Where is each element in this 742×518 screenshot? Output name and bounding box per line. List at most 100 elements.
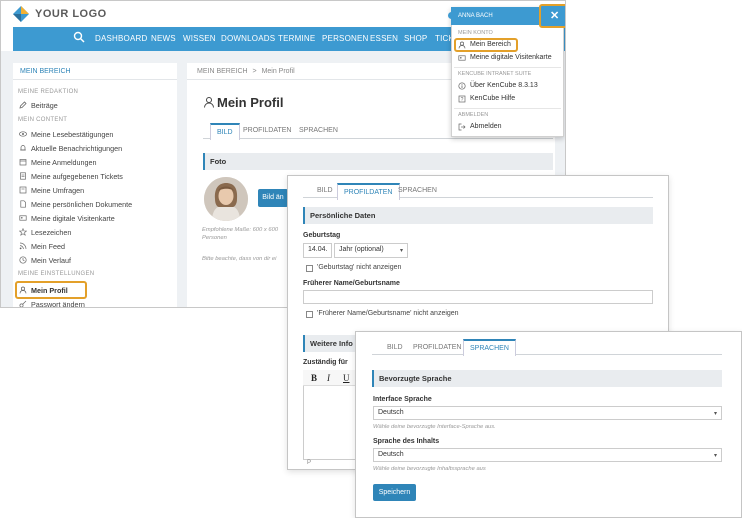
size-hint: Empfohlene Maße: 600 x 600 [202,227,279,233]
menu-item-abmelden[interactable]: Abmelden [470,123,502,130]
editor-footer: P [307,460,312,466]
breadcrumb-root[interactable]: MEIN BEREICH [197,68,248,75]
sidebar-heading: MEIN BEREICH [20,68,71,75]
sidebar-item-benachrichtigungen[interactable]: Aktuelle Benachrichtigungen [31,144,122,153]
content-language-select[interactable]: Deutsch ▾ [373,448,722,462]
sidebar-category-settings: MEINE EINSTELLUNGEN [18,271,95,277]
sidebar-category-content: MEIN CONTENT [18,117,68,123]
tab-sprachen[interactable]: SPRACHEN [392,183,443,198]
menu-category-suite: KENCUBE INTRANET SUITE [458,71,532,77]
chevron-down-icon: ▾ [713,411,717,417]
survey-icon [19,186,27,194]
privacy-note: Bitte beachte, dass von dir ei [202,256,277,262]
size-hint-2: Personen [202,235,227,241]
nav-wissen[interactable]: WISSEN [183,34,216,43]
logo-icon [13,6,29,22]
menu-item-hilfe[interactable]: KenCube Hilfe [470,95,515,102]
user-name: ANNA BACH [458,13,493,19]
nav-news[interactable]: NEWS [151,34,176,43]
highlight-frame-mein-bereich [454,38,518,52]
italic-icon[interactable]: I [327,373,330,383]
interface-language-label: Interface Sprache [373,396,432,403]
document-icon [20,200,26,208]
logo-text: YOUR LOGO [35,8,107,20]
tab-profildaten[interactable]: PROFILDATEN [407,340,468,355]
tab-sprachen[interactable]: SPRACHEN [463,339,516,356]
hide-former-label: 'Früherer Name/Geburtsname' nicht anzeig… [317,310,459,317]
menu-category-konto: MEIN KONTO [458,30,493,36]
key-icon [19,300,27,307]
menu-item-ueber[interactable]: Über KenCube 8.3.13 [470,82,538,89]
jahr-select-value: Jahr (optional) [339,246,384,253]
tab-bild[interactable]: BILD [311,183,339,198]
ticket-icon [20,172,26,180]
svg-text:?: ? [461,97,464,103]
bold-icon[interactable]: B [311,373,317,383]
section-persoenliche-daten: Persönliche Daten [303,207,653,224]
geburtstag-label: Geburtstag [303,232,341,239]
profile-photo [204,177,248,221]
tab-sprachen[interactable]: SPRACHEN [293,123,344,138]
geburtstag-input[interactable]: 14.04. [303,243,332,258]
page-title: Mein Profil [217,95,284,110]
interface-language-select[interactable]: Deutsch ▾ [373,406,722,420]
business-card-icon [19,215,27,221]
tab-profildaten[interactable]: PROFILDATEN [237,123,298,138]
info-icon [458,82,466,90]
sidebar-item-visitenkarte[interactable]: Meine digitale Visitenkarte [31,214,115,223]
sidebar-item-beitraege[interactable]: Beiträge [31,101,58,110]
profile-photo-illustration [204,177,248,221]
eye-icon [19,131,27,137]
save-button[interactable]: Speichern [373,484,416,501]
bell-icon [20,145,26,151]
sidebar-item-lesezeichen[interactable]: Lesezeichen [31,228,71,237]
nav-dashboard[interactable]: DASHBOARD [95,34,147,43]
chevron-down-icon: ▾ [713,453,717,459]
underline-icon[interactable]: U [343,373,350,383]
content-language-label: Sprache des Inhalts [373,438,440,445]
section-foto: Foto [203,153,553,170]
menu-item-visitenkarte[interactable]: Meine digitale Visitenkarte [470,54,552,61]
nav-shop[interactable]: SHOP [404,34,427,43]
breadcrumb-separator: > [252,68,257,75]
hide-former-checkbox[interactable] [306,311,313,318]
jahr-select[interactable]: Jahr (optional) ▾ [334,243,408,258]
feed-icon [19,242,27,250]
interface-language-value: Deutsch [378,409,404,416]
content-language-value: Deutsch [378,451,404,458]
content-language-hint: Wähle deine bevorzugte Inhaltssprache au… [373,466,486,472]
nav-essen[interactable]: ESSEN [370,34,398,43]
sidebar-item-anmeldungen[interactable]: Meine Anmeldungen [31,158,97,167]
user-icon [204,97,214,108]
nav-personen[interactable]: PERSONEN [322,34,369,43]
tab-bild[interactable]: BILD [210,123,240,140]
chevron-down-icon: ▾ [399,248,403,254]
breadcrumb-current: Mein Profil [261,68,295,75]
business-card-icon [458,55,466,61]
sidebar-divider [13,79,177,80]
hide-birthday-checkbox[interactable] [306,265,313,272]
tab-divider [203,138,553,139]
nav-downloads[interactable]: DOWNLOADS [221,34,275,43]
upload-image-button[interactable]: Bild än [258,189,288,207]
section-weitere-info: Weitere Info [303,335,363,352]
sidebar-item-umfragen[interactable]: Meine Umfragen [31,186,84,195]
history-icon [19,256,27,264]
sidebar-category-redaktion: MEINE REDAKTION [18,89,79,95]
nav-termine[interactable]: TERMINE [278,34,315,43]
sidebar-item-lesebestaetigungen[interactable]: Meine Lesebestätigungen [31,130,113,139]
pencil-icon [19,101,27,109]
sidebar-item-feed[interactable]: Mein Feed [31,242,65,251]
former-name-input[interactable] [303,290,653,304]
close-icon[interactable]: ✕ [550,9,559,22]
sidebar-item-verlauf[interactable]: Mein Verlauf [31,256,71,265]
former-name-label: Früherer Name/Geburtsname [303,280,400,287]
sidebar-item-dokumente[interactable]: Meine persönlichen Dokumente [31,200,132,209]
sidebar-item-tickets[interactable]: Meine aufgegebenen Tickets [31,172,123,181]
interface-language-hint: Wähle deine bevorzugte Interface-Sprache… [373,424,496,430]
tab-bild[interactable]: BILD [381,340,409,355]
search-icon[interactable] [73,31,85,43]
sidebar-item-passwort[interactable]: Passwort ändern [31,300,85,307]
menu-category-abmelden: ABMELDEN [458,112,489,118]
tab-profildaten[interactable]: PROFILDATEN [337,183,400,200]
